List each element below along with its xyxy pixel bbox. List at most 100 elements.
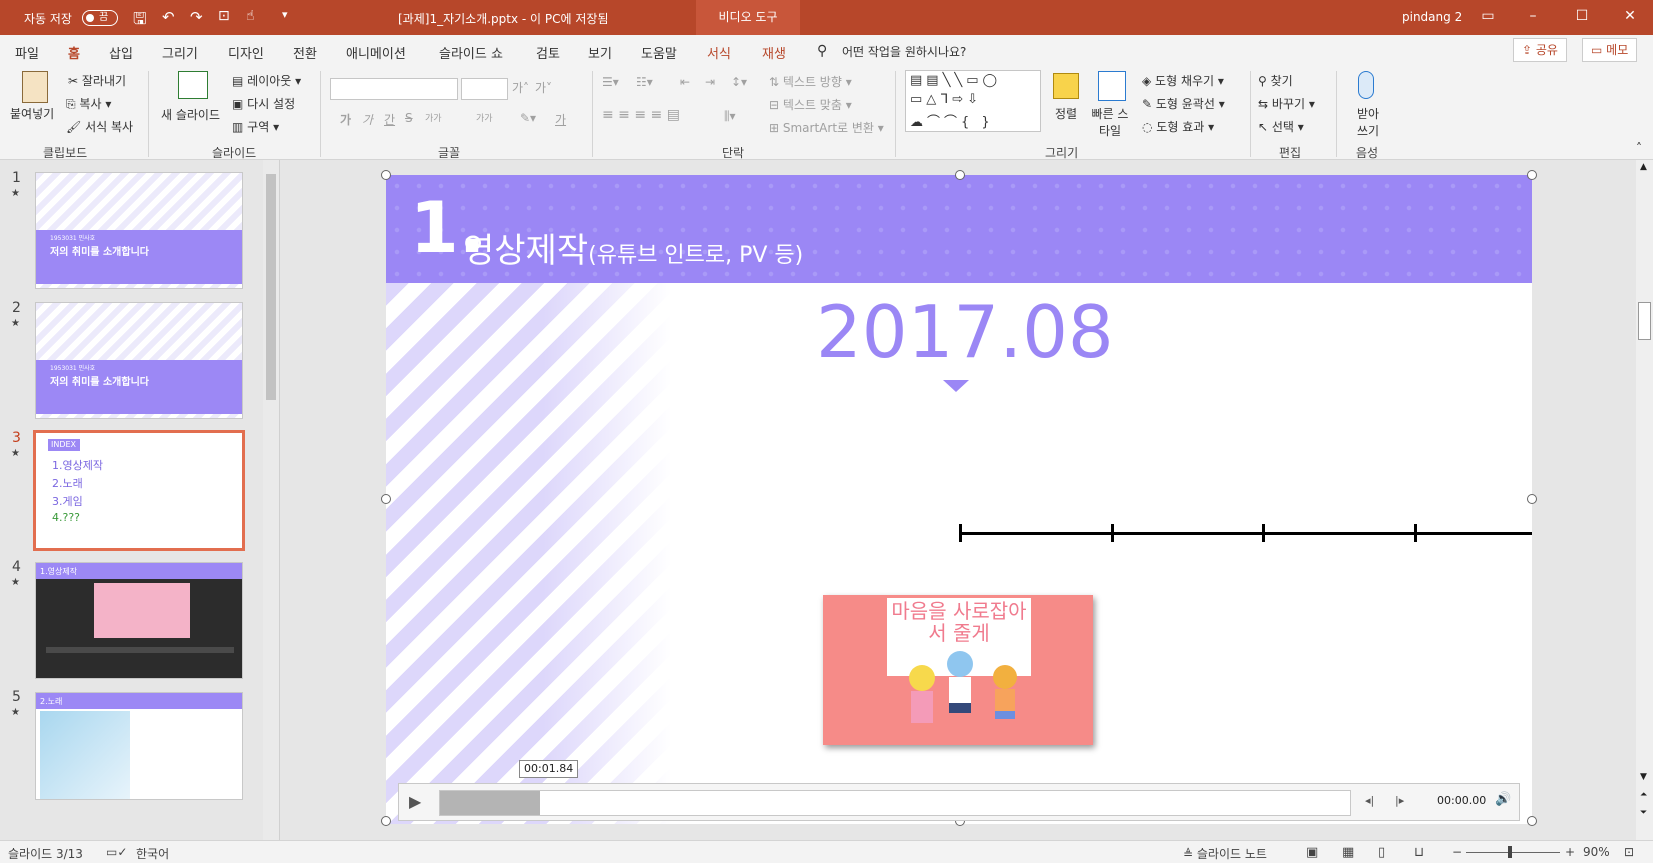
zoom-slider[interactable] <box>1466 852 1560 853</box>
panel-scrollbar[interactable] <box>263 160 279 840</box>
touch-mode-icon[interactable]: ☝ <box>246 8 255 24</box>
new-slide-icon[interactable] <box>178 71 208 99</box>
tab-playback[interactable]: 재생 <box>762 43 786 62</box>
maximize-icon[interactable]: ☐ <box>1572 8 1592 28</box>
play-icon[interactable]: ▶ <box>409 792 421 811</box>
close-icon[interactable]: ✕ <box>1620 8 1640 28</box>
normal-view-icon[interactable]: ▣ <box>1306 845 1318 860</box>
customize-qat-icon[interactable]: ▾ <box>282 8 288 21</box>
microphone-icon[interactable] <box>1358 71 1374 99</box>
tab-transitions[interactable]: 전환 <box>293 43 317 62</box>
undo-icon[interactable]: ↶ <box>162 8 175 26</box>
dictate-button[interactable]: 받아 쓰기 <box>1353 105 1383 139</box>
tab-animations[interactable]: 애니메이션 <box>346 43 406 62</box>
resize-handle[interactable] <box>381 494 391 504</box>
font-size-dropdown[interactable] <box>461 78 508 100</box>
smartart-button[interactable]: ⊞ SmartArt로 변환 ▾ <box>769 119 884 136</box>
forward-icon[interactable]: |▸ <box>1395 794 1404 807</box>
resize-handle[interactable] <box>381 170 391 180</box>
slide-title[interactable]: 영상제작(유튜브 인트로, PV 등) <box>463 223 803 272</box>
slideshow-view-icon[interactable]: ⊔ <box>1414 845 1424 860</box>
tell-me-input[interactable]: 어떤 작업을 원하시나요? <box>842 43 966 60</box>
columns-icon[interactable]: ⫼▾ <box>724 109 736 124</box>
tab-review[interactable]: 검토 <box>536 43 560 62</box>
change-case-button[interactable]: 가가 <box>476 111 493 124</box>
paste-icon[interactable] <box>22 71 48 103</box>
user-name[interactable]: pindang 2 <box>1402 10 1462 24</box>
media-seek-bar[interactable] <box>439 790 1351 816</box>
back-icon[interactable]: ◂| <box>1365 794 1374 807</box>
minimize-icon[interactable]: – <box>1523 8 1543 28</box>
section-button[interactable]: ▥ 구역 ▾ <box>232 118 279 135</box>
shapes-gallery[interactable]: ▤▤╲╲▭◯ ▭△ᒣ⇨⇩ ☁⌒⌒{ } <box>905 70 1041 132</box>
shapes-row-icon[interactable]: ▤▤╲╲▭◯ <box>910 73 1001 88</box>
slide-thumbnail-1[interactable]: 1953031 민사호 저의 취미를 소개합니다 <box>35 172 243 289</box>
resize-handle[interactable] <box>955 170 965 180</box>
copy-button[interactable]: ⎘ 복사 ▾ <box>66 95 111 112</box>
replace-button[interactable]: ⇆ 바꾸기 ▾ <box>1258 95 1315 112</box>
decrease-indent-icon[interactable]: ⇤ <box>680 75 690 89</box>
zoom-in-icon[interactable]: + <box>1565 845 1575 859</box>
timeline-line[interactable] <box>959 524 1532 542</box>
language-indicator[interactable]: 한국어 <box>136 845 169 862</box>
slide-thumbnail-4[interactable]: 1.영상제작 <box>35 562 243 679</box>
editor-scrollbar[interactable]: ▲ ▼ ⏶ ⏷ <box>1636 160 1653 840</box>
volume-icon[interactable]: 🔊 <box>1495 792 1511 807</box>
next-slide-icon[interactable]: ⏷ <box>1640 808 1647 818</box>
slide-thumbnail-2[interactable]: 1953031 민사호 저의 취미를 소개합니다 <box>35 302 243 419</box>
align-buttons[interactable]: ≡ ≡ ≡ ≡ ▤ <box>602 107 680 123</box>
format-painter-button[interactable]: 🖌 서식 복사 <box>66 118 133 135</box>
comments-button[interactable]: ▭ 메모 <box>1582 38 1638 62</box>
autosave-toggle[interactable]: 끔 <box>82 10 118 26</box>
font-color-button[interactable]: 가 <box>555 111 566 128</box>
shapes-row-icon[interactable]: ☁⌒⌒{ } <box>910 111 994 130</box>
previous-slide-icon[interactable]: ⏶ <box>1640 790 1647 800</box>
shape-outline-button[interactable]: ✎ 도형 윤곽선 ▾ <box>1142 95 1225 112</box>
select-button[interactable]: ↖ 선택 ▾ <box>1258 118 1304 135</box>
slide-sorter-icon[interactable]: ▦ <box>1342 845 1354 860</box>
fit-to-window-icon[interactable]: ⊡ <box>1624 845 1634 859</box>
ribbon-display-icon[interactable]: ▭ <box>1478 8 1498 28</box>
shape-effects-button[interactable]: ◌ 도형 효과 ▾ <box>1142 118 1214 135</box>
tab-format[interactable]: 서식 <box>707 43 731 62</box>
character-spacing-button[interactable]: 가가 <box>425 111 442 124</box>
shape-fill-button[interactable]: ◈ 도형 채우기 ▾ <box>1142 72 1224 89</box>
timeline-date[interactable]: 2017.08 <box>816 290 1114 374</box>
embedded-video[interactable]: 마음을 사로잡아서 줄게 <box>823 595 1093 745</box>
slide-thumbnail-3[interactable]: INDEX 1.영상제작 2.노래 3.게임 4.??? <box>33 430 245 551</box>
spell-check-icon[interactable]: ▭✓ <box>106 845 127 859</box>
zoom-out-icon[interactable]: − <box>1452 845 1462 859</box>
shapes-row-icon[interactable]: ▭△ᒣ⇨⇩ <box>910 92 982 107</box>
resize-handle[interactable] <box>381 816 391 826</box>
arrange-icon[interactable] <box>1053 73 1079 99</box>
font-name-dropdown[interactable] <box>330 78 458 100</box>
italic-button[interactable]: 가 <box>362 111 373 128</box>
tab-design[interactable]: 디자인 <box>228 43 264 62</box>
arrange-button[interactable]: 정렬 <box>1055 105 1077 122</box>
text-direction-button[interactable]: ⇅ 텍스트 방향 ▾ <box>769 73 852 90</box>
tab-help[interactable]: 도움말 <box>641 43 677 62</box>
slide-thumbnail-5[interactable]: 2.노래 <box>35 692 243 800</box>
underline-button[interactable]: 간 <box>384 111 395 128</box>
reset-button[interactable]: ▣ 다시 설정 <box>232 95 295 112</box>
editor-scrollbar-thumb[interactable] <box>1638 302 1651 340</box>
cut-button[interactable]: ✂ 잘라내기 <box>68 72 126 89</box>
zoom-slider-thumb[interactable] <box>1508 846 1512 858</box>
tab-insert[interactable]: 삽입 <box>109 43 133 62</box>
paste-button[interactable]: 붙여넣기 <box>10 105 54 122</box>
tab-draw[interactable]: 그리기 <box>162 43 198 62</box>
bullets-icon[interactable]: ☰▾ <box>602 75 619 89</box>
share-button[interactable]: ⇪ 공유 <box>1513 38 1567 62</box>
resize-handle[interactable] <box>1527 816 1537 826</box>
find-button[interactable]: ⚲ 찾기 <box>1258 72 1293 89</box>
layout-button[interactable]: ▤ 레이아웃 ▾ <box>232 72 301 89</box>
present-icon[interactable]: ⊡ <box>218 8 230 24</box>
new-slide-button[interactable]: 새 슬라이드 <box>161 106 220 123</box>
collapse-ribbon-icon[interactable]: ˄ <box>1636 141 1642 155</box>
scroll-up-icon[interactable]: ▲ <box>1640 162 1647 172</box>
search-icon[interactable]: ⚲ <box>817 43 827 59</box>
tab-view[interactable]: 보기 <box>588 43 612 62</box>
quick-styles-icon[interactable] <box>1098 71 1126 101</box>
grow-font-button[interactable]: 가˄ <box>512 79 529 96</box>
resize-handle[interactable] <box>1527 170 1537 180</box>
